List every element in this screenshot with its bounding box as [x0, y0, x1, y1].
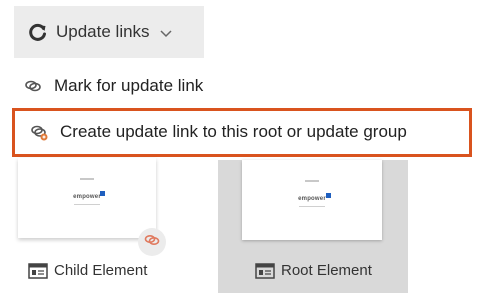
thumbnail-logo: empower — [73, 194, 101, 200]
menu-item-mark-for-update-link[interactable]: Mark for update link — [24, 72, 203, 100]
thumbnail-subtitle-line — [299, 206, 325, 207]
menu-item-create-update-link[interactable]: Create update link to this root or updat… — [30, 118, 407, 146]
chevron-down-icon — [159, 25, 173, 39]
root-element-caption: Root Element — [255, 262, 372, 279]
thumbnail-title-line — [80, 178, 94, 180]
root-element-thumbnail[interactable]: empower — [242, 160, 382, 240]
refresh-icon — [28, 22, 48, 42]
link-icon — [24, 77, 42, 95]
thumbnail-subtitle-line — [74, 204, 100, 205]
link-icon — [144, 233, 160, 252]
logo-mark-icon — [326, 193, 331, 198]
slide-layout-icon — [255, 262, 275, 279]
child-element-label: Child Element — [54, 262, 148, 279]
thumbnail-title-line — [305, 180, 319, 182]
menu-item-label: Mark for update link — [54, 76, 204, 95]
update-links-button[interactable]: Update links — [14, 6, 204, 58]
link-add-icon — [30, 123, 48, 141]
update-links-label: Update links — [56, 22, 150, 41]
child-element-thumbnail[interactable]: empower — [18, 158, 156, 238]
slide-layout-icon — [28, 262, 48, 279]
child-element-caption: Child Element — [28, 262, 147, 279]
logo-mark-icon — [100, 191, 105, 196]
link-badge[interactable] — [138, 228, 166, 256]
root-element-label: Root Element — [281, 262, 372, 279]
thumbnail-logo: empower — [298, 196, 326, 202]
menu-item-label: Create update link to this root or updat… — [60, 122, 407, 141]
